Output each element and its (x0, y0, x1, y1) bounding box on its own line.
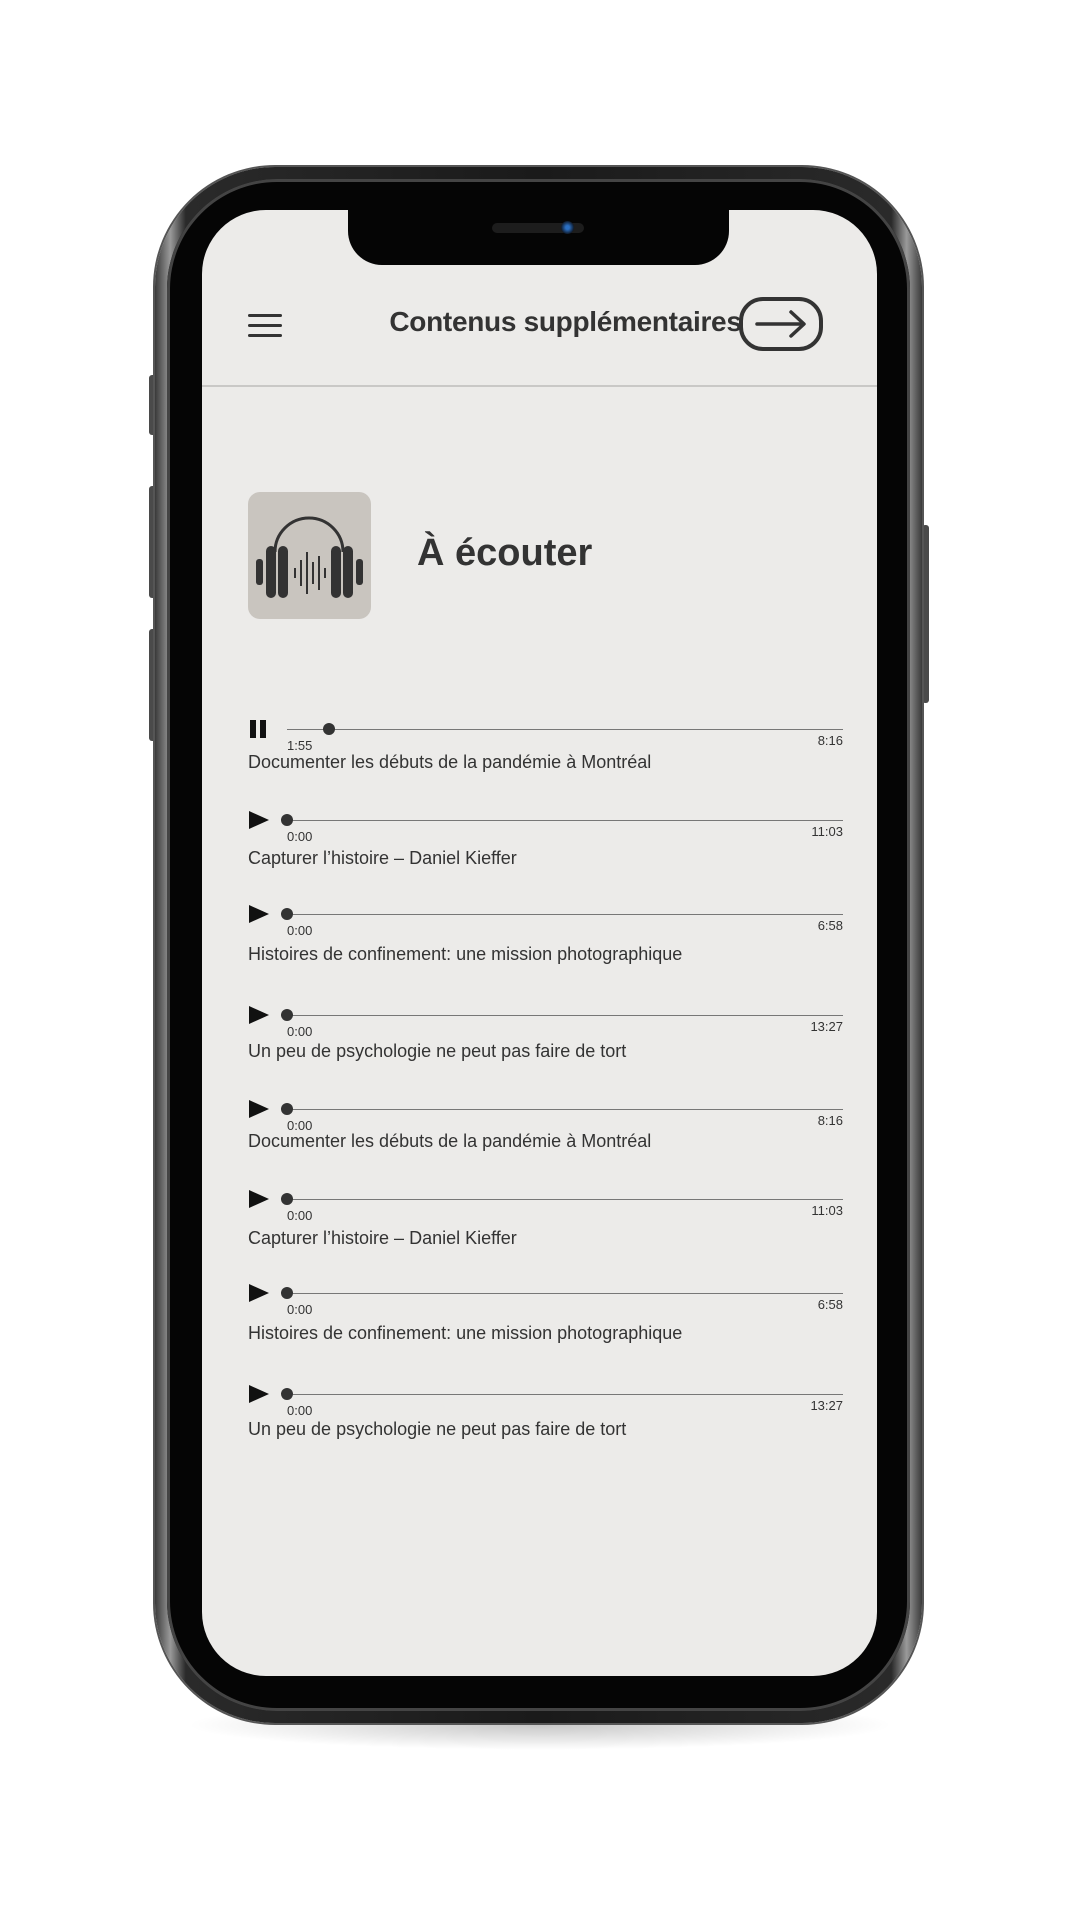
section-title: À écouter (417, 532, 593, 574)
duration: 8:16 (817, 1113, 843, 1128)
progress-slider[interactable] (281, 1287, 843, 1299)
play-icon[interactable] (248, 1098, 270, 1120)
app-screen: Contenus supplémentaires À écouter 1:55 8… (202, 210, 877, 1676)
duration: 8:16 (817, 733, 843, 748)
play-icon[interactable] (248, 1282, 270, 1304)
duration: 6:58 (817, 918, 843, 933)
current-time: 0:00 (287, 1302, 313, 1317)
track-title: Capturer l’histoire – Daniel Kieffer (248, 848, 517, 868)
current-time: 1:55 (287, 738, 313, 753)
progress-slider[interactable] (281, 814, 843, 826)
track-title: Capturer l’histoire – Daniel Kieffer (248, 1228, 517, 1248)
slider-knob[interactable] (281, 1009, 293, 1021)
progress-slider[interactable] (281, 1103, 843, 1115)
header-divider (202, 385, 877, 387)
play-icon[interactable] (248, 1004, 270, 1026)
play-icon[interactable] (248, 809, 270, 831)
duration: 13:27 (810, 1398, 843, 1413)
slider-knob[interactable] (281, 1193, 293, 1205)
slider-knob[interactable] (281, 1287, 293, 1299)
play-icon[interactable] (248, 1188, 270, 1210)
slider-knob[interactable] (281, 1388, 293, 1400)
pause-icon[interactable] (248, 718, 270, 740)
play-icon[interactable] (248, 1383, 270, 1405)
power-button (922, 525, 929, 703)
arrow-right-icon (755, 310, 806, 338)
current-time: 0:00 (287, 1024, 313, 1039)
progress-slider[interactable] (281, 1388, 843, 1400)
duration: 6:58 (817, 1297, 843, 1312)
current-time: 0:00 (287, 1208, 313, 1223)
camera-icon (561, 221, 574, 234)
headphones-icon (256, 516, 363, 598)
headphones-tile (248, 492, 371, 619)
exit-button[interactable] (739, 297, 823, 351)
duration: 11:03 (811, 1203, 843, 1218)
notch (348, 210, 729, 265)
duration: 13:27 (810, 1019, 843, 1034)
track-title: Documenter les débuts de la pandémie à M… (248, 1131, 652, 1151)
progress-slider[interactable] (281, 1193, 843, 1205)
page-title-text: Contenus supplémentaires (389, 306, 742, 337)
slider-knob[interactable] (281, 814, 293, 826)
progress-slider[interactable] (281, 908, 843, 920)
current-time: 0:00 (287, 829, 313, 844)
current-time: 0:00 (287, 1403, 313, 1418)
track-title: Histoires de confinement: une mission ph… (248, 944, 683, 964)
current-time: 0:00 (287, 923, 313, 938)
duration: 11:03 (811, 824, 843, 839)
progress-slider[interactable] (281, 1009, 843, 1021)
track-title: Un peu de psychologie ne peut pas faire … (248, 1419, 627, 1439)
progress-slider[interactable] (287, 723, 843, 735)
play-icon[interactable] (248, 903, 270, 925)
slider-knob[interactable] (322, 723, 335, 735)
track-title: Histoires de confinement: une mission ph… (248, 1323, 683, 1343)
track-title: Un peu de psychologie ne peut pas faire … (248, 1041, 627, 1061)
slider-knob[interactable] (281, 908, 293, 920)
track-title: Documenter les débuts de la pandémie à M… (248, 752, 652, 772)
slider-knob[interactable] (281, 1103, 293, 1115)
